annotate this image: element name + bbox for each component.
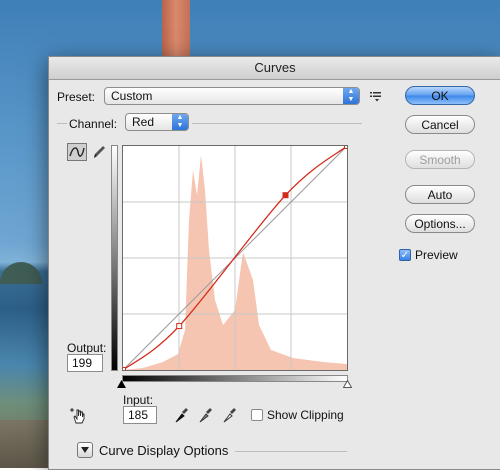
select-arrows-icon: ▲ ▼ xyxy=(343,88,359,104)
channel-select[interactable]: Red ▲ ▼ xyxy=(125,113,189,131)
dialog-title: Curves xyxy=(254,60,296,75)
control-point xyxy=(120,367,126,373)
curve-tool-icon[interactable] xyxy=(67,143,87,161)
curves-dialog: Curves Preset: Custom ▲ ▼ Channel: Red ▲ ▼… xyxy=(48,56,500,470)
options-button[interactable]: Options... xyxy=(405,214,475,233)
output-field[interactable]: 199 xyxy=(67,354,103,372)
control-point xyxy=(176,323,183,330)
preset-value: Custom xyxy=(111,89,153,103)
preview-label[interactable]: Preview xyxy=(415,248,458,262)
group-border xyxy=(57,123,67,124)
channel-value: Red xyxy=(132,115,155,129)
selected-control-point xyxy=(282,192,289,199)
pencil-tool-icon[interactable] xyxy=(91,143,107,161)
curve-display-options-label[interactable]: Curve Display Options xyxy=(99,443,228,458)
show-clipping-label[interactable]: Show Clipping xyxy=(267,408,344,422)
input-gradient-bar xyxy=(122,375,348,382)
output-label: Output: xyxy=(67,341,107,355)
input-field[interactable]: 185 xyxy=(123,406,157,424)
photo-island xyxy=(0,262,42,284)
control-point xyxy=(344,143,350,149)
preset-select[interactable]: Custom ▲ ▼ xyxy=(104,87,360,105)
cancel-button[interactable]: Cancel xyxy=(405,115,475,134)
disclosure-toggle-icon[interactable] xyxy=(77,442,93,458)
output-gradient-bar xyxy=(111,145,118,371)
curves-svg[interactable] xyxy=(120,143,350,373)
smooth-button[interactable]: Smooth xyxy=(405,150,475,169)
white-eyedropper-icon[interactable] xyxy=(221,406,237,424)
preview-checkbox[interactable]: ✓ xyxy=(399,249,411,261)
auto-button[interactable]: Auto xyxy=(405,185,475,204)
gray-eyedropper-icon[interactable] xyxy=(197,406,213,424)
group-border xyxy=(235,451,347,452)
dialog-titlebar[interactable]: Curves xyxy=(49,57,500,80)
show-clipping-checkbox[interactable] xyxy=(251,409,263,421)
select-arrows-icon: ▲ ▼ xyxy=(172,114,188,130)
photo-arm xyxy=(162,0,190,64)
ok-button[interactable]: OK xyxy=(405,86,475,105)
targeted-adjustment-hand-icon[interactable] xyxy=(69,407,87,425)
black-eyedropper-icon[interactable] xyxy=(173,406,189,424)
group-border xyxy=(192,123,362,124)
white-point-slider-icon[interactable] xyxy=(342,377,353,388)
input-label: Input: xyxy=(123,393,154,407)
channel-label: Channel: xyxy=(69,117,118,131)
input-value: 185 xyxy=(128,408,149,422)
output-value: 199 xyxy=(72,356,93,370)
black-point-slider-icon[interactable] xyxy=(117,377,126,388)
curves-graph[interactable] xyxy=(120,143,350,373)
preset-label: Preset: xyxy=(57,90,96,104)
preset-options-icon[interactable] xyxy=(369,89,383,103)
